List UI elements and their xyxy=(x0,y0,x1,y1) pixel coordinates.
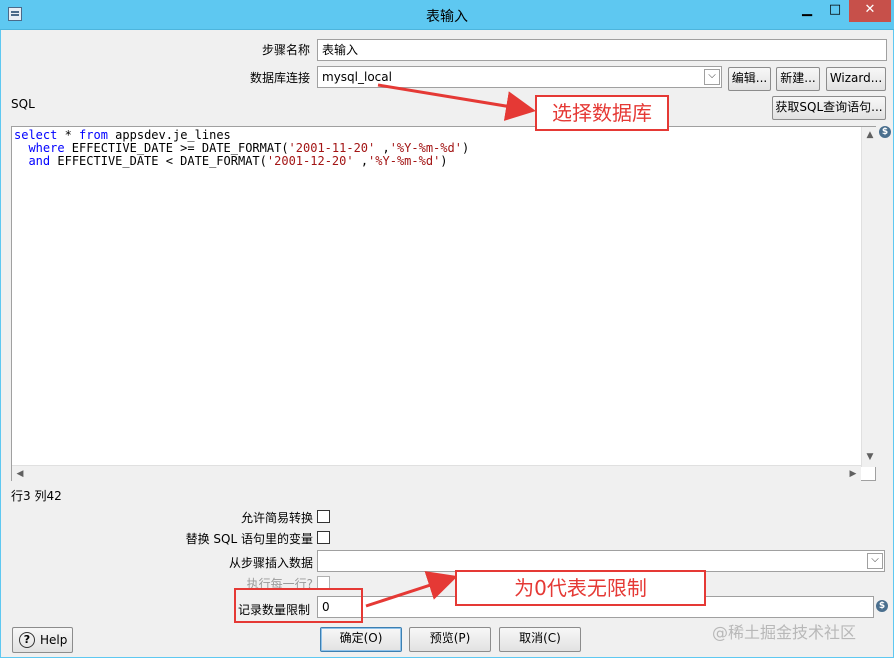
annotation-zero-unlimited: 为0代表无限制 xyxy=(455,570,706,606)
arrow-limit xyxy=(365,571,458,608)
annotation-arrows xyxy=(365,83,536,608)
annotation-select-db: 选择数据库 xyxy=(535,95,669,131)
annotation-highlight-limit xyxy=(234,588,363,623)
arrow-select-db xyxy=(377,83,536,121)
